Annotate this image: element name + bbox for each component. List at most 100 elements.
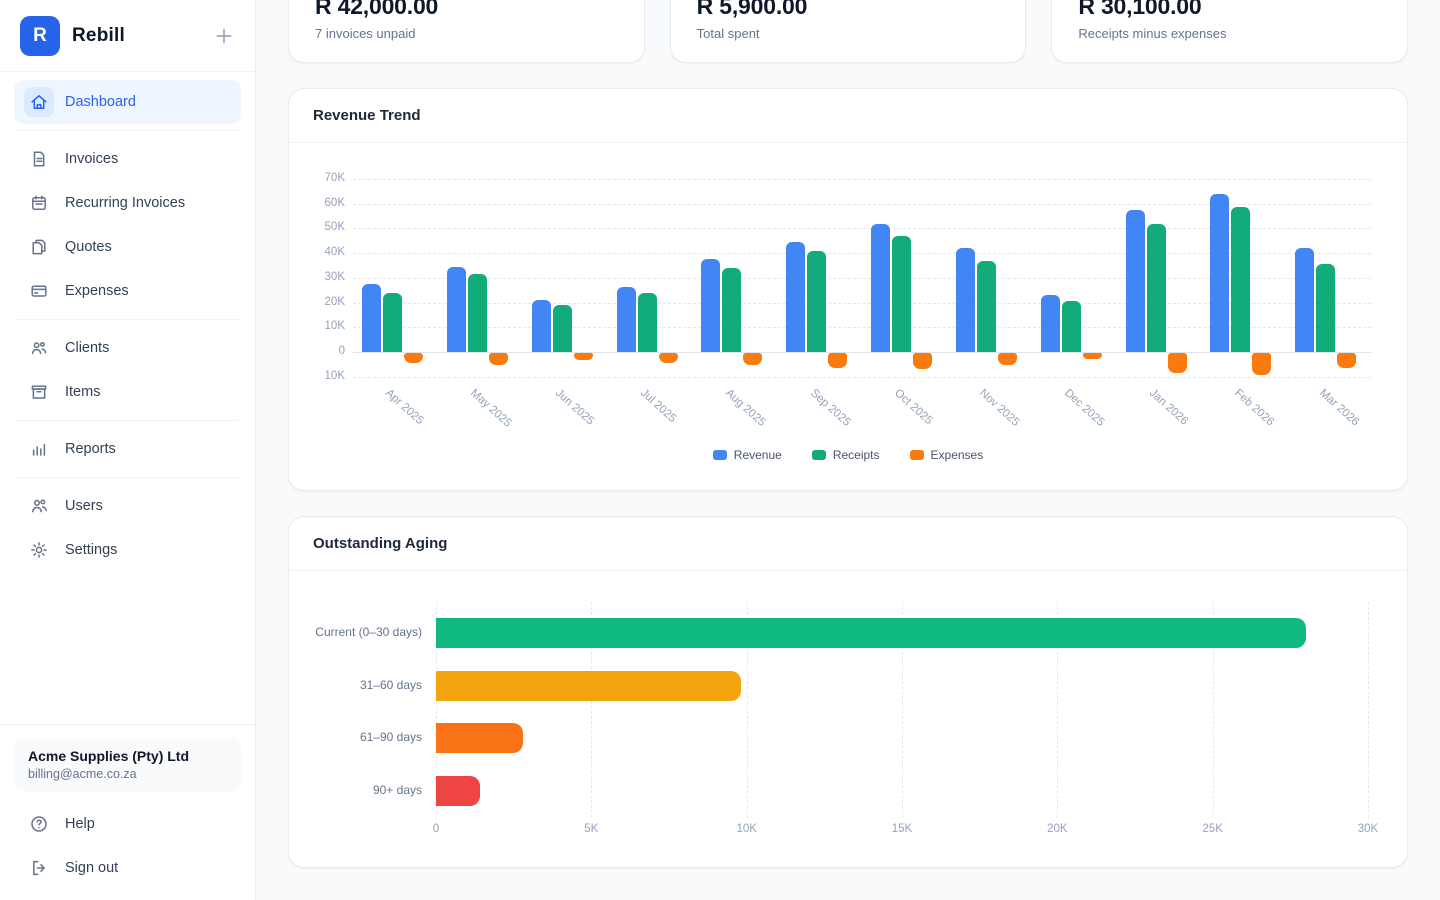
sidebar-footer: Help Sign out <box>14 802 241 890</box>
sidebar-item-label: Quotes <box>65 239 112 255</box>
account-name: Acme Supplies (Pty) Ltd <box>28 748 227 764</box>
sidebar-item-label: Dashboard <box>65 94 136 110</box>
receipts-bar <box>1062 301 1081 352</box>
sign-out-button[interactable]: Sign out <box>14 846 241 890</box>
category-label: Current (0–30 days) <box>289 625 422 639</box>
sidebar-item-label: Sign out <box>65 860 118 876</box>
calendar-icon <box>29 193 49 213</box>
receipts-bar <box>807 251 826 352</box>
main-content: R 42,000.007 invoices unpaidR 5,900.00To… <box>256 0 1440 900</box>
expenses-bar <box>659 353 678 363</box>
revenue-bar <box>956 248 975 352</box>
stats-row: R 42,000.007 invoices unpaidR 5,900.00To… <box>288 0 1408 63</box>
nav-divider <box>16 130 239 131</box>
revenue-swatch-icon <box>713 450 727 460</box>
x-axis-tick: Aug 2025 <box>723 387 768 429</box>
expenses-bar <box>743 353 762 365</box>
sidebar-nav: Dashboard InvoicesRecurring Invoices Quote… <box>0 72 255 724</box>
x-axis-tick: May 2025 <box>468 387 514 430</box>
stat-card: R 5,900.00Total spent <box>670 0 1027 63</box>
sidebar-item-items[interactable]: Items <box>14 370 241 414</box>
stat-label: Total spent <box>697 26 1000 41</box>
sidebar-item-invoices[interactable]: Invoices <box>14 137 241 181</box>
revenue-bar <box>447 267 466 352</box>
sidebar-item-label: Users <box>65 498 103 514</box>
sidebar-item-quotes[interactable]: Quotes <box>14 225 241 269</box>
chart-legend: Revenue Receipts Expenses <box>289 448 1407 462</box>
x-axis-tick: Jun 2025 <box>553 387 596 428</box>
legend-label: Revenue <box>734 448 782 462</box>
x-axis-tick: 30K <box>1348 823 1388 835</box>
x-axis-tick: Dec 2025 <box>1062 387 1107 429</box>
x-axis-tick: 20K <box>1037 823 1077 835</box>
receipts-bar <box>722 268 741 352</box>
y-axis-tick: 20K <box>305 296 345 308</box>
sidebar-item-recurring-invoices[interactable]: Recurring Invoices <box>14 181 241 225</box>
expenses-bar <box>1168 353 1187 373</box>
nav-divider <box>16 319 239 320</box>
account-card[interactable]: Acme Supplies (Pty) Ltd billing@acme.co.… <box>14 737 241 792</box>
revenue-bar <box>532 300 551 352</box>
expenses-bar <box>574 353 593 360</box>
sidebar-item-clients[interactable]: Clients <box>14 326 241 370</box>
category-label: 90+ days <box>289 783 422 797</box>
sidebar: R Rebill Dashboard InvoicesRecurring Invo… <box>0 0 256 900</box>
expenses-bar <box>913 353 932 369</box>
legend-item-expenses[interactable]: Expenses <box>910 448 984 462</box>
legend-item-revenue[interactable]: Revenue <box>713 448 782 462</box>
revenue-bar <box>617 287 636 353</box>
y-axis-tick: 50K <box>305 221 345 233</box>
x-axis-tick: Feb 2026 <box>1232 387 1276 428</box>
legend-label: Expenses <box>931 448 984 462</box>
aging-bar-31-60-days <box>436 671 741 701</box>
receipts-swatch-icon <box>812 450 826 460</box>
x-axis-tick: Jan 2026 <box>1147 387 1190 428</box>
settings-icon <box>29 540 49 560</box>
expenses-bar <box>404 353 423 363</box>
sidebar-item-users[interactable]: Users <box>14 484 241 528</box>
add-button[interactable] <box>213 25 235 47</box>
y-axis-tick: 30K <box>305 271 345 283</box>
sidebar-item-reports[interactable]: Reports <box>14 427 241 471</box>
users-icon <box>29 496 49 516</box>
sidebar-item-settings[interactable]: Settings <box>14 528 241 572</box>
gridline <box>1368 602 1369 818</box>
outstanding-aging-title: Outstanding Aging <box>313 535 447 552</box>
sidebar-item-expenses[interactable]: Expenses <box>14 269 241 313</box>
y-axis-tick: 10K <box>305 320 345 332</box>
outstanding-aging-card: Outstanding Aging 05K10K15K20K25K30KCurr… <box>288 516 1408 868</box>
receipts-bar <box>638 293 657 352</box>
receipts-bar <box>1147 224 1166 353</box>
app-name: Rebill <box>72 25 125 47</box>
revenue-trend-card: Revenue Trend 70K60K50K40K30K20K10K010KA… <box>288 88 1408 491</box>
x-axis-tick: Mar 2026 <box>1317 387 1361 428</box>
legend-item-receipts[interactable]: Receipts <box>812 448 880 462</box>
gridline <box>353 179 1371 180</box>
stat-label: Receipts minus expenses <box>1078 26 1381 41</box>
revenue-bar <box>362 284 381 352</box>
receipts-bar <box>468 274 487 352</box>
sidebar-item-label: Reports <box>65 441 116 457</box>
revenue-bar <box>701 259 720 352</box>
receipts-bar <box>383 293 402 352</box>
revenue-bar <box>871 224 890 353</box>
sidebar-header: R Rebill <box>0 0 255 72</box>
sidebar-item-label: Help <box>65 816 95 832</box>
sidebar-item-label: Clients <box>65 340 109 356</box>
app-logo: R <box>20 16 60 56</box>
clients-icon <box>29 338 49 358</box>
x-axis-tick: Jul 2025 <box>638 387 678 425</box>
help-button[interactable]: Help <box>14 802 241 846</box>
y-axis-tick: 60K <box>305 197 345 209</box>
app-root: R Rebill Dashboard InvoicesRecurring Invo… <box>0 0 1440 900</box>
expenses-bar <box>1337 353 1356 368</box>
outstanding-aging-chart: 05K10K15K20K25K30KCurrent (0–30 days)31–… <box>289 571 1407 867</box>
x-axis-tick: 25K <box>1193 823 1233 835</box>
aging-bar-61-90-days <box>436 723 523 753</box>
sidebar-item-dashboard[interactable]: Dashboard <box>14 80 241 124</box>
revenue-trend-header: Revenue Trend <box>289 89 1407 143</box>
revenue-bar <box>1041 295 1060 352</box>
sidebar-item-label: Items <box>65 384 100 400</box>
expenses-bar <box>1083 353 1102 359</box>
sign-out-icon <box>29 858 49 878</box>
